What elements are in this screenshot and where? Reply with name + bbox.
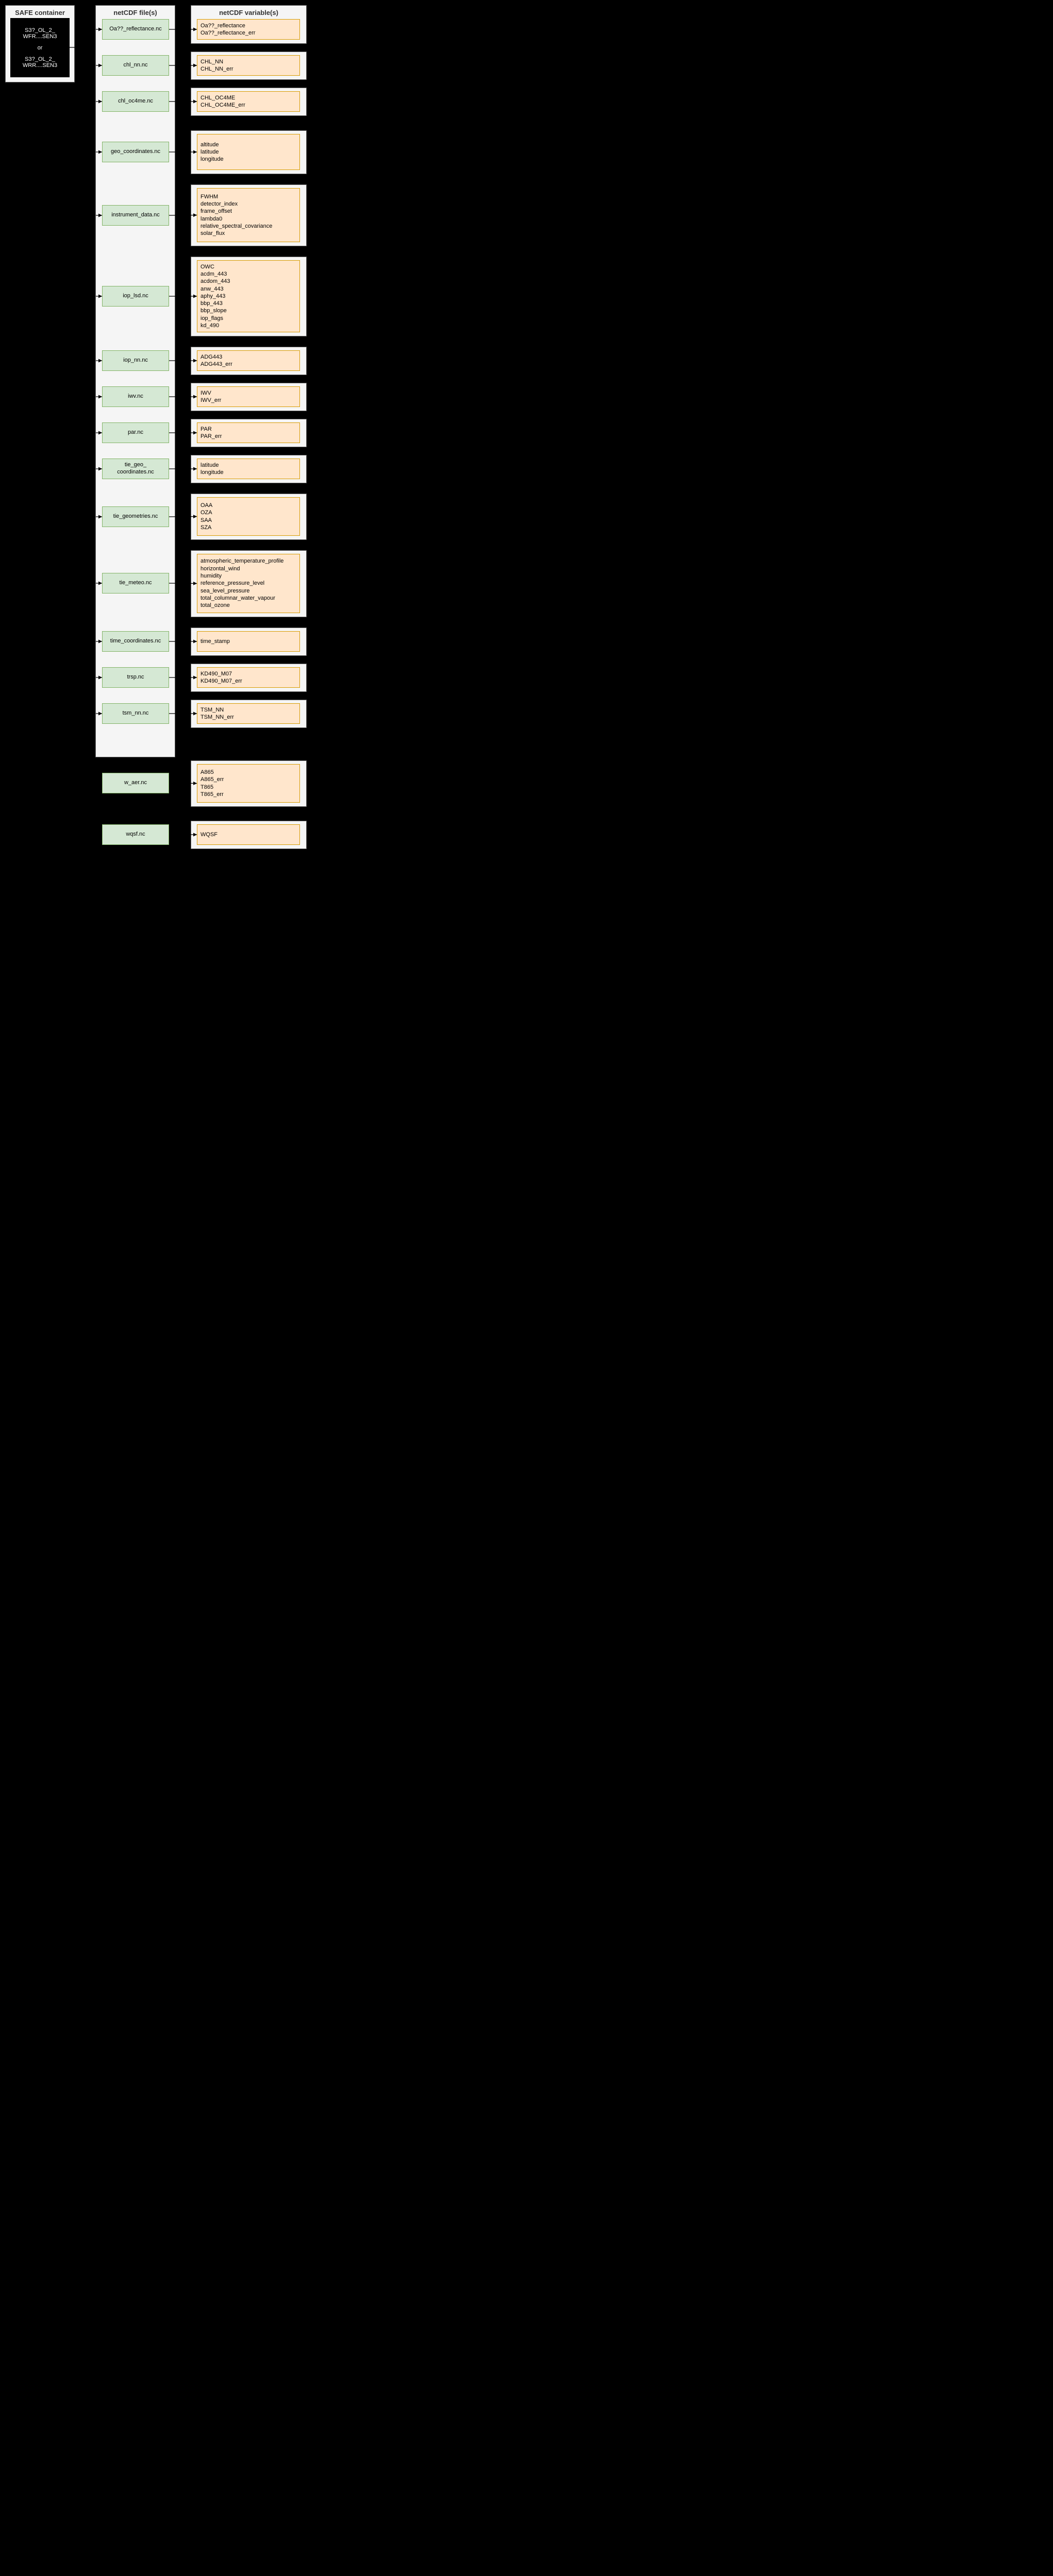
variable-name: iop_flags: [200, 315, 296, 322]
variable-name: T865: [200, 784, 296, 791]
variable-name: SZA: [200, 524, 296, 531]
variable-name: latitude: [200, 148, 296, 156]
variable-name: lambda0: [200, 215, 296, 223]
netcdf-file-box: trsp.nc: [102, 667, 169, 688]
variable-name: OAA: [200, 502, 296, 509]
variable-name: latitude: [200, 462, 296, 469]
variable-name: IWV: [200, 389, 296, 397]
netcdf-variable-box: ADG443ADG443_err: [197, 350, 300, 371]
vars-header: netCDF variable(s): [191, 6, 306, 20]
variable-name: longitude: [200, 469, 296, 476]
netcdf-variable-box: FWHMdetector_indexframe_offsetlambda0rel…: [197, 188, 300, 242]
netcdf-variable-box: KD490_M07KD490_M07_err: [197, 667, 300, 688]
variable-name: frame_offset: [200, 208, 296, 215]
netcdf-file-box: tie_geo_coordinates.nc: [102, 459, 169, 479]
netcdf-variable-box: CHL_NNCHL_NN_err: [197, 55, 300, 76]
variable-name: acdom_443: [200, 278, 296, 285]
safe-or: or: [12, 45, 68, 51]
variable-name: A865_err: [200, 776, 296, 783]
netcdf-file-box: par.nc: [102, 422, 169, 443]
variable-name: detector_index: [200, 200, 296, 208]
variable-name: IWV_err: [200, 397, 296, 404]
netcdf-file-box: iop_lsd.nc: [102, 286, 169, 307]
netcdf-file-box: tie_geometries.nc: [102, 506, 169, 527]
variable-name: CHL_NN_err: [200, 65, 296, 73]
variable-name: T865_err: [200, 791, 296, 798]
netcdf-variable-box: atmospheric_temperature_profilehorizonta…: [197, 554, 300, 613]
variable-name: Oa??_reflectance_err: [200, 29, 296, 37]
netcdf-variable-box: time_stamp: [197, 631, 300, 652]
netcdf-file-box: wqsf.nc: [102, 824, 169, 845]
netcdf-file-box: tie_meteo.nc: [102, 573, 169, 594]
variable-name: OWC: [200, 263, 296, 270]
safe-header: SAFE container: [6, 6, 74, 20]
netcdf-variable-box: IWVIWV_err: [197, 386, 300, 407]
netcdf-variable-box: latitudelongitude: [197, 459, 300, 479]
netcdf-file-box: chl_oc4me.nc: [102, 91, 169, 112]
variable-name: time_stamp: [200, 638, 296, 645]
netcdf-variable-box: OWCacdm_443acdom_443anw_443aphy_443bbp_4…: [197, 260, 300, 332]
safe-container-box: S3?_OL_2_ WFR....SEN3 or S3?_OL_2_ WRR..…: [10, 18, 70, 77]
variable-name: solar_flux: [200, 230, 296, 237]
variable-name: bbp_slope: [200, 307, 296, 314]
netcdf-file-box: time_coordinates.nc: [102, 631, 169, 652]
variable-name: KD490_M07: [200, 670, 296, 677]
netcdf-file-box: iop_nn.nc: [102, 350, 169, 371]
netcdf-variable-box: WQSF: [197, 824, 300, 845]
variable-name: humidity: [200, 572, 296, 580]
variable-name: CHL_NN: [200, 58, 296, 65]
variable-name: SAA: [200, 517, 296, 524]
netcdf-variable-box: TSM_NNTSM_NN_err: [197, 703, 300, 724]
variable-name: acdm_443: [200, 270, 296, 278]
variable-name: CHL_OC4ME: [200, 94, 296, 101]
variable-name: total_columnar_water_vapour: [200, 595, 296, 602]
netcdf-variable-box: PARPAR_err: [197, 422, 300, 443]
variable-name: CHL_OC4ME_err: [200, 101, 296, 109]
netcdf-variable-box: CHL_OC4MECHL_OC4ME_err: [197, 91, 300, 112]
variable-name: TSM_NN_err: [200, 714, 296, 721]
variable-name: atmospheric_temperature_profile: [200, 557, 296, 565]
netcdf-file-box: iwv.nc: [102, 386, 169, 407]
variable-name: PAR_err: [200, 433, 296, 440]
netcdf-file-box: tsm_nn.nc: [102, 703, 169, 724]
safe-line4: WRR....SEN3: [23, 62, 57, 69]
variable-name: anw_443: [200, 285, 296, 293]
variable-name: A865: [200, 769, 296, 776]
netcdf-variable-box: Oa??_reflectanceOa??_reflectance_err: [197, 19, 300, 40]
variable-name: TSM_NN: [200, 706, 296, 714]
variable-name: sea_level_pressure: [200, 587, 296, 595]
variable-name: total_ozone: [200, 602, 296, 609]
variable-name: FWHM: [200, 193, 296, 200]
variable-name: longitude: [200, 156, 296, 163]
netcdf-file-box: chl_nn.nc: [102, 55, 169, 76]
safe-line2: WFR....SEN3: [23, 33, 57, 40]
variable-name: horizontal_wind: [200, 565, 296, 572]
diagram-root: SAFE container S3?_OL_2_ WFR....SEN3 or …: [0, 0, 312, 865]
variable-name: WQSF: [200, 831, 296, 838]
netcdf-variable-box: altitudelatitudelongitude: [197, 134, 300, 170]
netcdf-file-box: Oa??_reflectance.nc: [102, 19, 169, 40]
variable-name: Oa??_reflectance: [200, 22, 296, 29]
variable-name: reference_pressure_level: [200, 580, 296, 587]
variable-name: kd_490: [200, 322, 296, 329]
netcdf-file-box: w_aer.nc: [102, 773, 169, 793]
netcdf-variable-box: A865A865_errT865T865_err: [197, 764, 300, 803]
variable-name: KD490_M07_err: [200, 677, 296, 685]
variable-name: bbp_443: [200, 300, 296, 307]
variable-name: ADG443: [200, 353, 296, 361]
variable-name: ADG443_err: [200, 361, 296, 368]
variable-name: relative_spectral_covariance: [200, 223, 296, 230]
netcdf-file-box: instrument_data.nc: [102, 205, 169, 226]
safe-line1: S3?_OL_2_: [25, 27, 55, 33]
safe-line3: S3?_OL_2_: [25, 56, 55, 62]
variable-name: PAR: [200, 426, 296, 433]
variable-name: OZA: [200, 509, 296, 516]
netcdf-file-box: geo_coordinates.nc: [102, 142, 169, 162]
netcdf-variable-box: OAAOZASAASZA: [197, 497, 300, 536]
variable-name: altitude: [200, 141, 296, 148]
files-header: netCDF file(s): [96, 6, 175, 20]
variable-name: aphy_443: [200, 293, 296, 300]
